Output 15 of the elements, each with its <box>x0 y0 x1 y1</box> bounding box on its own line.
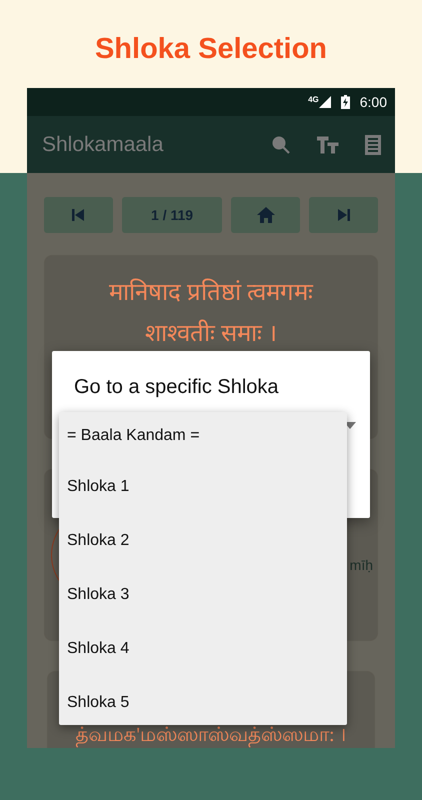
dropdown-option[interactable]: Shloka 4 <box>59 622 347 676</box>
clock: 6:00 <box>360 94 387 110</box>
dropdown-option[interactable]: Shloka 5 <box>59 676 347 725</box>
dropdown-option[interactable]: Shloka 1 <box>59 460 347 514</box>
dropdown-option[interactable]: = Baala Kandam = <box>59 412 347 460</box>
page-title: Shloka Selection <box>94 32 328 67</box>
verse-line: शाश्वतीः समाः । <box>145 318 277 348</box>
dropdown-option[interactable]: Shloka 2 <box>59 514 347 568</box>
dialog-title: Go to a specific Shloka <box>74 376 280 399</box>
network-label: 4G <box>308 95 319 104</box>
transliteration-text: mīḥ <box>350 557 373 573</box>
verse-line: मानिषाद प्रतिष्ठां त्वमगमः <box>109 278 313 307</box>
app-title: Shlokamaala <box>42 132 164 156</box>
dropdown-option[interactable]: Shloka 3 <box>59 568 347 622</box>
verse-line: த்வமக'மஸ்ஸாஸ்வத்ஸ்ஸமா: । <box>75 724 347 748</box>
